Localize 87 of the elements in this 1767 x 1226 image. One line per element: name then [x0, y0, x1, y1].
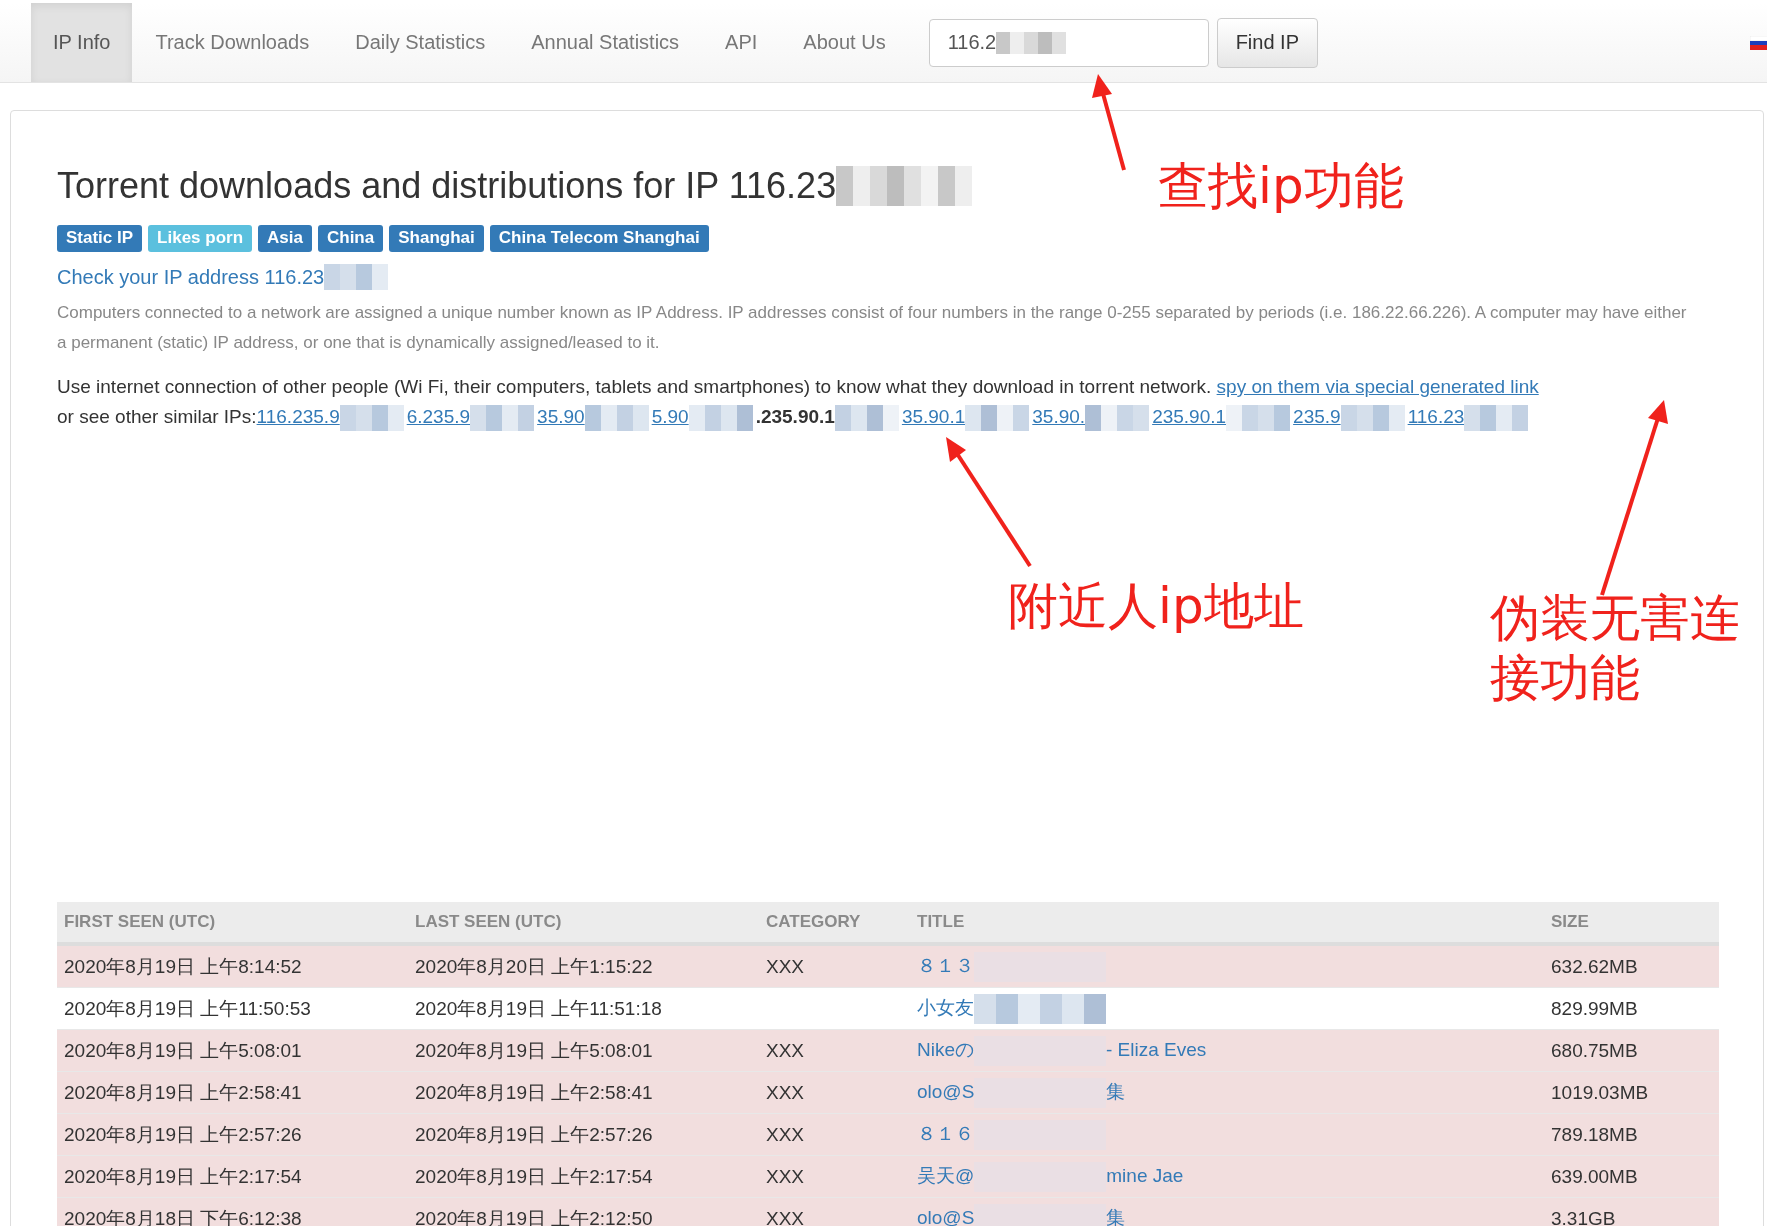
table-cell: XXX	[766, 1081, 805, 1103]
table-cell: 3.31GB	[1551, 1207, 1616, 1226]
torrent-title-link[interactable]: 小女友	[917, 996, 974, 1018]
annotation-label: 伪装无害连接功能	[1490, 588, 1741, 708]
similar-ip-link[interactable]: 35.90.1	[901, 406, 966, 427]
column-header: TITLE	[910, 902, 1544, 944]
find-ip-button[interactable]: Find IP	[1216, 17, 1318, 68]
pixelation-mosaic	[1464, 405, 1529, 431]
nav-tab[interactable]: Track Downloads	[132, 3, 333, 82]
table-cell: 2020年8月19日 上午8:14:52	[64, 955, 302, 977]
pixelation-mosaic	[584, 405, 649, 431]
table-cell: 2020年8月19日 上午5:08:01	[64, 1039, 302, 1061]
torrent-title-link[interactable]: ８１６	[917, 1122, 974, 1144]
tag-label: Likes porn	[148, 225, 253, 252]
column-header: FIRST SEEN (UTC)	[57, 902, 408, 944]
column-header: SIZE	[1544, 902, 1719, 944]
nav-tab[interactable]: About Us	[780, 3, 909, 82]
pixelation-mosaic	[470, 405, 535, 431]
pixelation-mosaic	[834, 405, 899, 431]
table-cell: 2020年8月19日 上午2:17:54	[64, 1165, 302, 1187]
pixelation-mosaic	[1085, 405, 1150, 431]
table-cell: 2020年8月19日 上午2:57:26	[64, 1123, 302, 1145]
similar-ips-label: or see other similar IPs:	[57, 406, 257, 427]
pixelation-mosaic	[996, 31, 1067, 54]
torrent-title-link[interactable]: 集	[1106, 1080, 1126, 1102]
table-cell: 2020年8月19日 上午2:58:41	[64, 1081, 302, 1103]
tag-label: China Telecom Shanghai	[489, 225, 709, 252]
torrent-title-link[interactable]: 吴天@	[917, 1164, 975, 1186]
torrent-title-link[interactable]: mine Jae	[1106, 1164, 1184, 1186]
similar-ip-link[interactable]: 235.9	[1293, 406, 1341, 427]
table-cell: XXX	[766, 1123, 805, 1145]
similar-ip-link[interactable]: 235.90.1	[1152, 406, 1227, 427]
table-cell: XXX	[766, 1207, 805, 1226]
table-cell: 829.99MB	[1551, 997, 1638, 1019]
table-cell: XXX	[766, 955, 805, 977]
pixelation-mosaic	[1340, 405, 1405, 431]
table-cell: XXX	[766, 1039, 805, 1061]
table-cell: 2020年8月19日 上午11:50:53	[64, 997, 311, 1019]
torrent-title-link[interactable]: Nikeの	[917, 1038, 974, 1060]
pixelation-mosaic	[324, 264, 389, 290]
nav-tab[interactable]: Daily Statistics	[332, 3, 509, 82]
column-header: LAST SEEN (UTC)	[408, 902, 759, 944]
annotation-label: 查找ip功能	[1158, 156, 1404, 216]
similar-ip-link[interactable]: 116.235.9	[256, 406, 340, 427]
tag-label: Shanghai	[389, 225, 484, 252]
pixelation-mosaic	[965, 405, 1030, 431]
pixelation-mosaic	[688, 405, 753, 431]
torrent-title-link[interactable]: - Eliza Eves	[1106, 1038, 1207, 1060]
table-cell: 2020年8月19日 上午11:51:18	[415, 997, 662, 1019]
pixelation-mosaic	[339, 405, 404, 431]
similar-ip-link[interactable]: 5.90	[651, 406, 689, 427]
explanation-text: Computers connected to a network are assigned a unique number known as IP Address. IP addresses consist of four numbers in the range 0-255 separated by periods (i.e. 186.22.66.226). A computer may have either a permanent (static) IP address, or one that is dynamically assigned/leased to it.	[57, 302, 1688, 354]
table-cell: 2020年8月19日 上午2:58:41	[415, 1081, 653, 1103]
nav-tab[interactable]: IP Info	[31, 3, 133, 82]
flag-icon[interactable]	[1750, 35, 1767, 50]
nav-tab[interactable]: Annual Statistics	[508, 3, 703, 82]
ip-search-field[interactable]: 116.2	[928, 18, 1209, 67]
usage-text: Use internet connection of other people (Wi Fi, their computers, tablets and smartphones) to know what they download in torrent network.	[57, 376, 1212, 397]
table-cell: 1019.03MB	[1551, 1081, 1649, 1103]
table-cell: 632.62MB	[1551, 955, 1638, 977]
similar-ip-link[interactable]: 35.90.	[1032, 406, 1086, 427]
table-cell: 639.00MB	[1551, 1165, 1638, 1187]
column-header: CATEGORY	[759, 902, 910, 944]
table-cell: 2020年8月19日 上午2:17:54	[415, 1165, 653, 1187]
similar-ip-link[interactable]: 116.23	[1407, 406, 1465, 427]
torrent-title-link[interactable]: olo@S	[917, 1080, 975, 1102]
check-ip-link[interactable]: Check your IP address 116.23	[57, 265, 325, 289]
torrent-title-link[interactable]: ８１３	[917, 954, 974, 976]
table-cell: 680.75MB	[1551, 1039, 1638, 1061]
current-ip-text: .235.90.1	[755, 406, 835, 427]
tag-label: Asia	[258, 225, 312, 252]
table-cell: 2020年8月19日 上午5:08:01	[415, 1039, 653, 1061]
nav-tab[interactable]: API	[702, 3, 781, 82]
page-heading: Torrent downloads and distributions for IP 116.23	[57, 165, 837, 207]
pixelation-mosaic	[1226, 405, 1291, 431]
table-cell: 2020年8月19日 上午2:57:26	[415, 1123, 653, 1145]
torrent-title-link[interactable]: olo@S	[917, 1206, 975, 1226]
tag-label: China	[318, 225, 384, 252]
similar-ip-link[interactable]: 6.235.9	[406, 406, 471, 427]
spy-link[interactable]: spy on them via special generated link	[1216, 376, 1539, 397]
similar-ip-link[interactable]: 35.90	[537, 406, 585, 427]
table-cell: 789.18MB	[1551, 1123, 1638, 1145]
annotation-label: 附近人ip地址	[1008, 576, 1304, 636]
table-cell: 2020年8月20日 上午1:15:22	[415, 955, 653, 977]
tag-label: Static IP	[57, 225, 143, 252]
table-cell: XXX	[766, 1165, 805, 1187]
torrent-title-link[interactable]: 集	[1106, 1206, 1126, 1226]
